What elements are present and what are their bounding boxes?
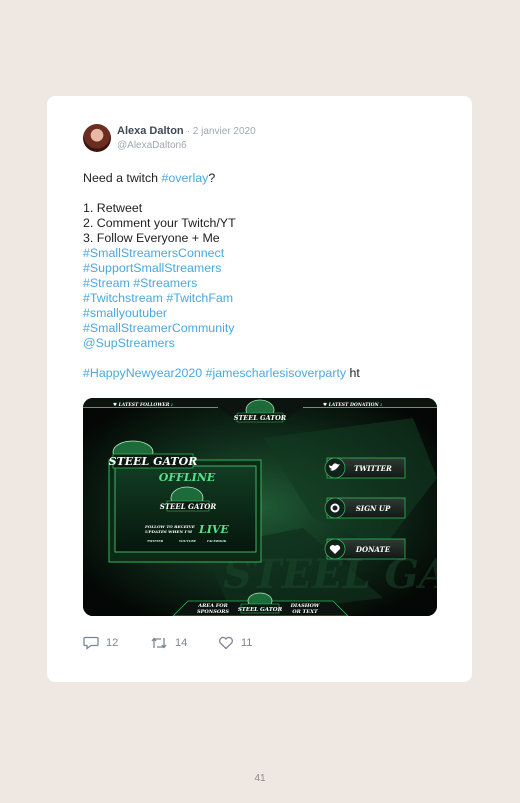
tweet-line: 3. Follow Everyone + Me: [83, 231, 443, 246]
tweet-text-segment: 3. Follow Everyone + Me: [83, 231, 220, 245]
tweet-line: #SmallStreamersConnect: [83, 246, 443, 261]
reply-icon: [83, 636, 99, 650]
svg-text:STEEL GATOR: STEEL GATOR: [160, 502, 217, 511]
tweet-text-segment: ?: [208, 171, 216, 185]
tweet-line: @SupStreamers: [83, 336, 443, 351]
tweet-text-segment: 2. Comment your Twitch/YT: [83, 216, 236, 230]
offline-label: OFFLINE: [159, 471, 216, 484]
hashtag-link[interactable]: #Stream #Streamers: [83, 276, 197, 290]
page-number: 41: [254, 773, 266, 784]
stream-overlay-graphic: STEEL GA ♥ LATEST FOLLOWER : ♥ LATEST DO…: [83, 398, 437, 616]
hashtag-link[interactable]: #overlay: [162, 171, 209, 185]
tweet-line: #Stream #Streamers: [83, 276, 443, 291]
author-handle[interactable]: @AlexaDalton6: [117, 139, 256, 152]
hashtag-link[interactable]: @SupStreamers: [83, 336, 175, 350]
hashtag-link[interactable]: #SupportSmallStreamers: [83, 261, 221, 275]
overlay-donate-panel: DONATE: [324, 538, 406, 560]
reply-count: 12: [106, 637, 119, 649]
tweet-line: #HappyNewyear2020 #jamescharlesisoverpar…: [83, 366, 443, 381]
retweet-count: 14: [175, 637, 188, 649]
overlay-signup-panel: SIGN UP: [324, 497, 406, 519]
tweet-card: Alexa Dalton · 2 janvier 2020 @AlexaDalt…: [47, 96, 472, 682]
author-name[interactable]: Alexa Dalton: [117, 125, 184, 137]
like-count: 11: [241, 637, 253, 649]
author-avatar[interactable]: [83, 124, 111, 152]
hashtag-link[interactable]: #SmallStreamersConnect: [83, 246, 224, 260]
like-button[interactable]: 11: [218, 636, 252, 650]
heart-icon: [219, 636, 233, 650]
svg-text:DONATE: DONATE: [355, 545, 391, 554]
svg-text:SPONSORS: SPONSORS: [197, 609, 229, 615]
latest-donation-label: ♥ LATEST DONATION :: [323, 402, 382, 408]
follow-text-2: UPDATES WHEN I'M: [145, 529, 193, 534]
tweet-line: 2. Comment your Twitch/YT: [83, 216, 443, 231]
tweet-text-segment: 1. Retweet: [83, 201, 143, 215]
tweet-author: Alexa Dalton · 2 janvier 2020 @AlexaDalt…: [117, 125, 256, 152]
tweet-line: [83, 186, 443, 201]
tweet-line: Need a twitch #overlay?: [83, 171, 443, 186]
tweet-line: #SupportSmallStreamers: [83, 261, 443, 276]
latest-follower-label: ♥ LATEST FOLLOWER :: [113, 402, 173, 408]
tweet-line: #smallyoutuber: [83, 306, 443, 321]
svg-text:OR TEXT: OR TEXT: [292, 609, 319, 615]
tweet-date[interactable]: · 2 janvier 2020: [187, 126, 256, 137]
hashtag-link[interactable]: #smallyoutuber: [83, 306, 167, 320]
overlay-twitter-panel: TWITTER: [324, 457, 406, 479]
svg-text:SIGN UP: SIGN UP: [356, 504, 391, 513]
social-youtube: YOUTUBE: [179, 539, 197, 543]
tweet-line: 1. Retweet: [83, 201, 443, 216]
hashtag-link[interactable]: #SmallStreamerCommunity: [83, 321, 234, 335]
reply-button[interactable]: 12: [83, 636, 118, 650]
tweet-line: #SmallStreamerCommunity: [83, 321, 443, 336]
svg-text:STEEL GATOR: STEEL GATOR: [238, 607, 283, 613]
live-label: LIVE: [198, 523, 229, 536]
tweet-image[interactable]: STEEL GA ♥ LATEST FOLLOWER : ♥ LATEST DO…: [83, 398, 437, 616]
svg-text:TWITTER: TWITTER: [354, 464, 392, 473]
tweet-text: Need a twitch #overlay? 1. Retweet 2. Comm…: [83, 171, 443, 381]
svg-text:STEEL GATOR: STEEL GATOR: [234, 414, 287, 422]
hashtag-link[interactable]: #Twitchstream #TwitchFam: [83, 291, 233, 305]
retweet-button[interactable]: 14: [150, 636, 187, 650]
tweet-line: [83, 351, 443, 366]
svg-text:STEEL GATOR: STEEL GATOR: [109, 455, 198, 468]
tweet-text-segment: Need a twitch: [83, 171, 162, 185]
tweet-text-segment: ht: [346, 366, 360, 380]
social-twitter: TWITTER: [147, 539, 164, 543]
hashtag-link[interactable]: #HappyNewyear2020 #jamescharlesisoverpar…: [83, 366, 346, 380]
retweet-icon: [151, 637, 167, 649]
tweet-line: #Twitchstream #TwitchFam: [83, 291, 443, 306]
social-facebook: FACEBOOK: [206, 539, 227, 543]
